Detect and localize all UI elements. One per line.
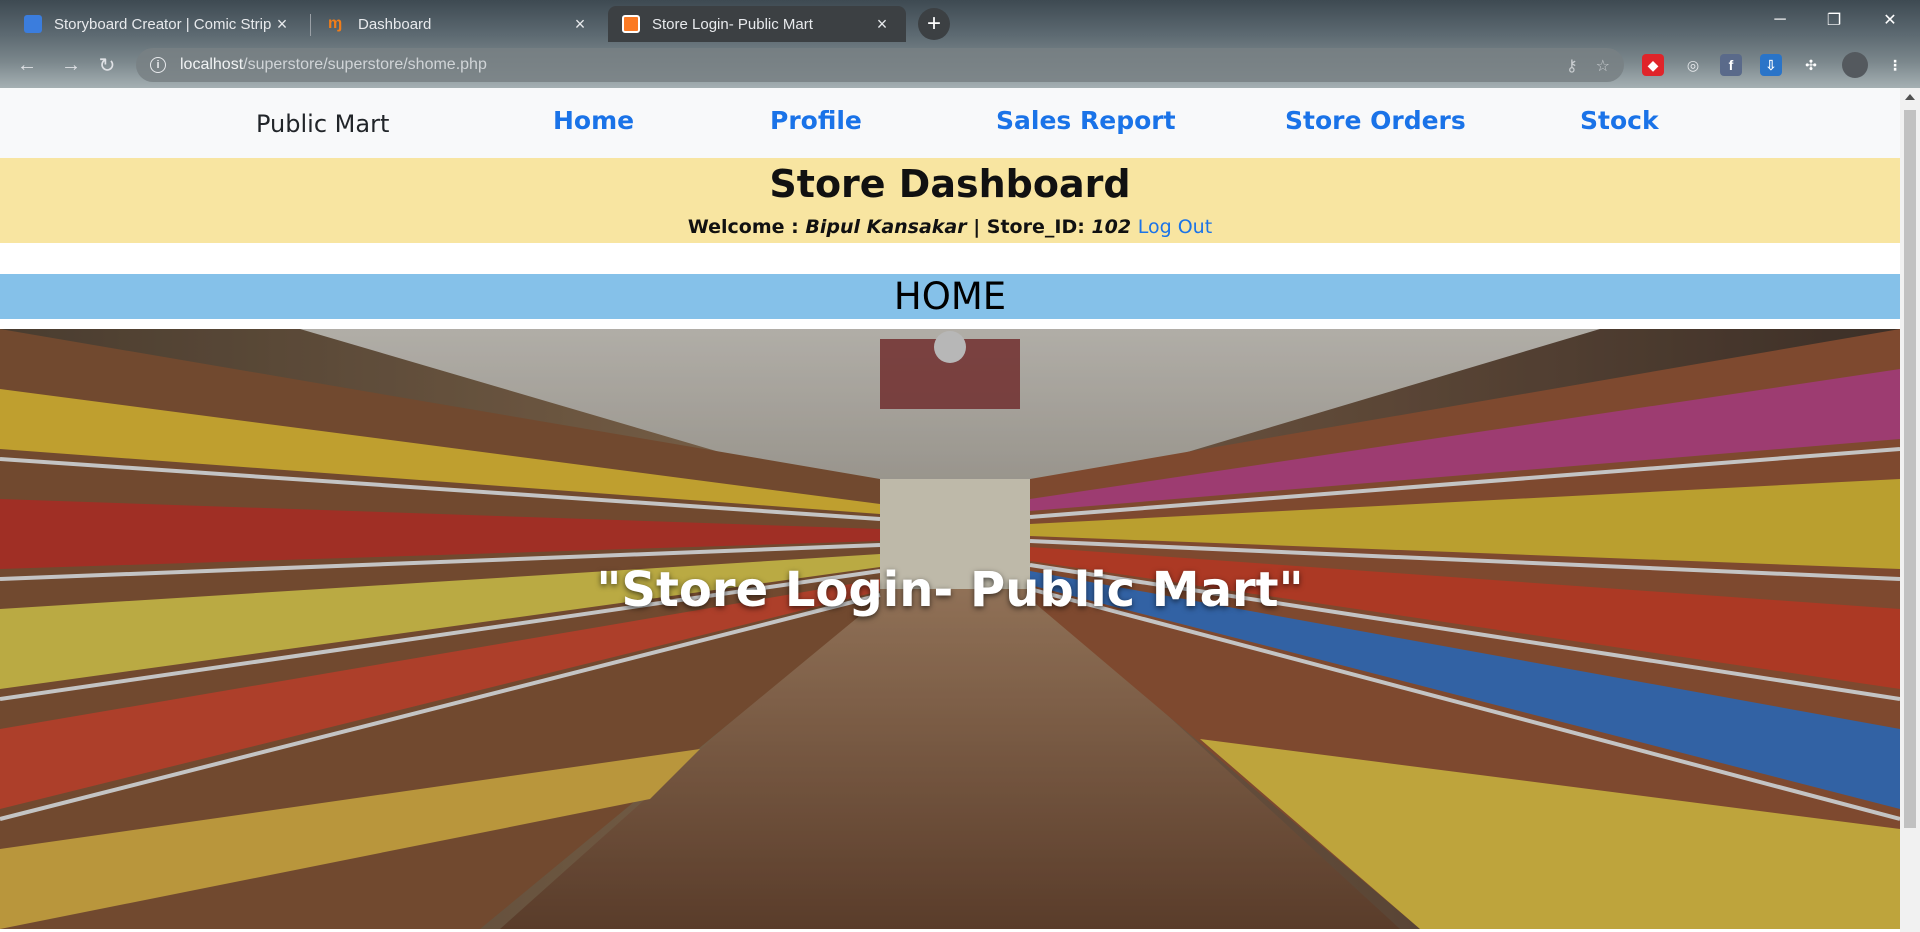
close-icon[interactable]: × [570, 14, 590, 34]
hero-title: "Store Login- Public Mart" [596, 562, 1304, 618]
page: Public Mart Home Profile Sales Report St… [0, 88, 1900, 932]
tab-storyboard[interactable]: Storyboard Creator | Comic Strip × [10, 6, 306, 42]
xampp-icon [622, 15, 640, 33]
storyboard-icon [24, 15, 42, 33]
browser-chrome: Storyboard Creator | Comic Strip × ɱ Das… [0, 0, 1920, 88]
nav-link-home[interactable]: Home [553, 106, 634, 135]
welcome-line: Welcome : Bipul Kansakar | Store_ID: 102… [0, 216, 1900, 238]
section-heading: HOME [0, 274, 1900, 319]
top-navbar: Public Mart Home Profile Sales Report St… [0, 88, 1900, 158]
close-icon[interactable]: × [272, 14, 292, 34]
close-window-button[interactable]: ✕ [1862, 0, 1918, 40]
restore-button[interactable]: ❐ [1806, 0, 1862, 40]
nav-link-stock[interactable]: Stock [1580, 106, 1659, 135]
tab-title: Storyboard Creator | Comic Strip [54, 15, 272, 33]
facebook-icon[interactable]: f [1720, 54, 1742, 76]
scrollbar-thumb[interactable] [1904, 110, 1916, 828]
page-title: Store Dashboard [769, 162, 1131, 206]
user-name: Bipul Kansakar [805, 216, 967, 238]
scrollbar[interactable] [1900, 88, 1920, 932]
browser-toolbar: ← → ↻ i localhost/superstore/superstore/… [0, 42, 1920, 88]
menu-icon[interactable]: ⋮ [1884, 54, 1906, 76]
tab-title: Dashboard [358, 15, 432, 33]
dashboard-header: Store Dashboard Welcome : Bipul Kansakar… [0, 158, 1900, 243]
tab-strip: Storyboard Creator | Comic Strip × ɱ Das… [0, 0, 1920, 42]
supermarket-aisle-image [0, 329, 1900, 929]
avatar[interactable] [1842, 52, 1868, 78]
store-id-label: | Store_ID: [966, 216, 1092, 238]
welcome-label: Welcome : [687, 216, 806, 238]
tab-title: Store Login- Public Mart [652, 15, 813, 33]
tab-dashboard[interactable]: ɱ Dashboard × [314, 6, 604, 42]
address-bar[interactable]: i localhost/superstore/superstore/shome.… [136, 48, 1624, 82]
circle-extension-icon[interactable]: ◎ [1682, 54, 1704, 76]
nav-link-store-orders[interactable]: Store Orders [1285, 106, 1466, 135]
hero-image: "Store Login- Public Mart" [0, 329, 1900, 929]
close-icon[interactable]: × [872, 14, 892, 34]
download-extension-icon[interactable]: ⇩ [1760, 54, 1782, 76]
info-icon[interactable]: i [150, 57, 166, 73]
nav-link-profile[interactable]: Profile [770, 106, 862, 135]
nav-link-sales-report[interactable]: Sales Report [996, 106, 1176, 135]
shield-extension-icon[interactable]: ◆ [1642, 54, 1664, 76]
scroll-up-arrow-icon[interactable] [1905, 94, 1915, 100]
puzzle-icon[interactable]: ✣ [1800, 54, 1822, 76]
dashboard-icon: ɱ [328, 15, 343, 32]
url-text: localhost/superstore/superstore/shome.ph… [180, 56, 487, 73]
reload-icon[interactable]: ↻ [92, 50, 122, 80]
tab-store-login[interactable]: Store Login- Public Mart × [608, 6, 906, 42]
brand-name[interactable]: Public Mart [256, 110, 389, 138]
back-icon[interactable]: ← [12, 50, 42, 80]
store-id: 102 [1091, 216, 1132, 238]
forward-icon[interactable]: → [56, 50, 86, 80]
tab-separator [310, 14, 311, 36]
new-tab-button[interactable]: + [918, 8, 950, 40]
star-icon[interactable]: ☆ [1596, 56, 1610, 76]
minimize-button[interactable]: ─ [1752, 0, 1808, 40]
key-icon[interactable]: ⚷ [1566, 56, 1578, 76]
logout-link[interactable]: Log Out [1138, 216, 1212, 238]
